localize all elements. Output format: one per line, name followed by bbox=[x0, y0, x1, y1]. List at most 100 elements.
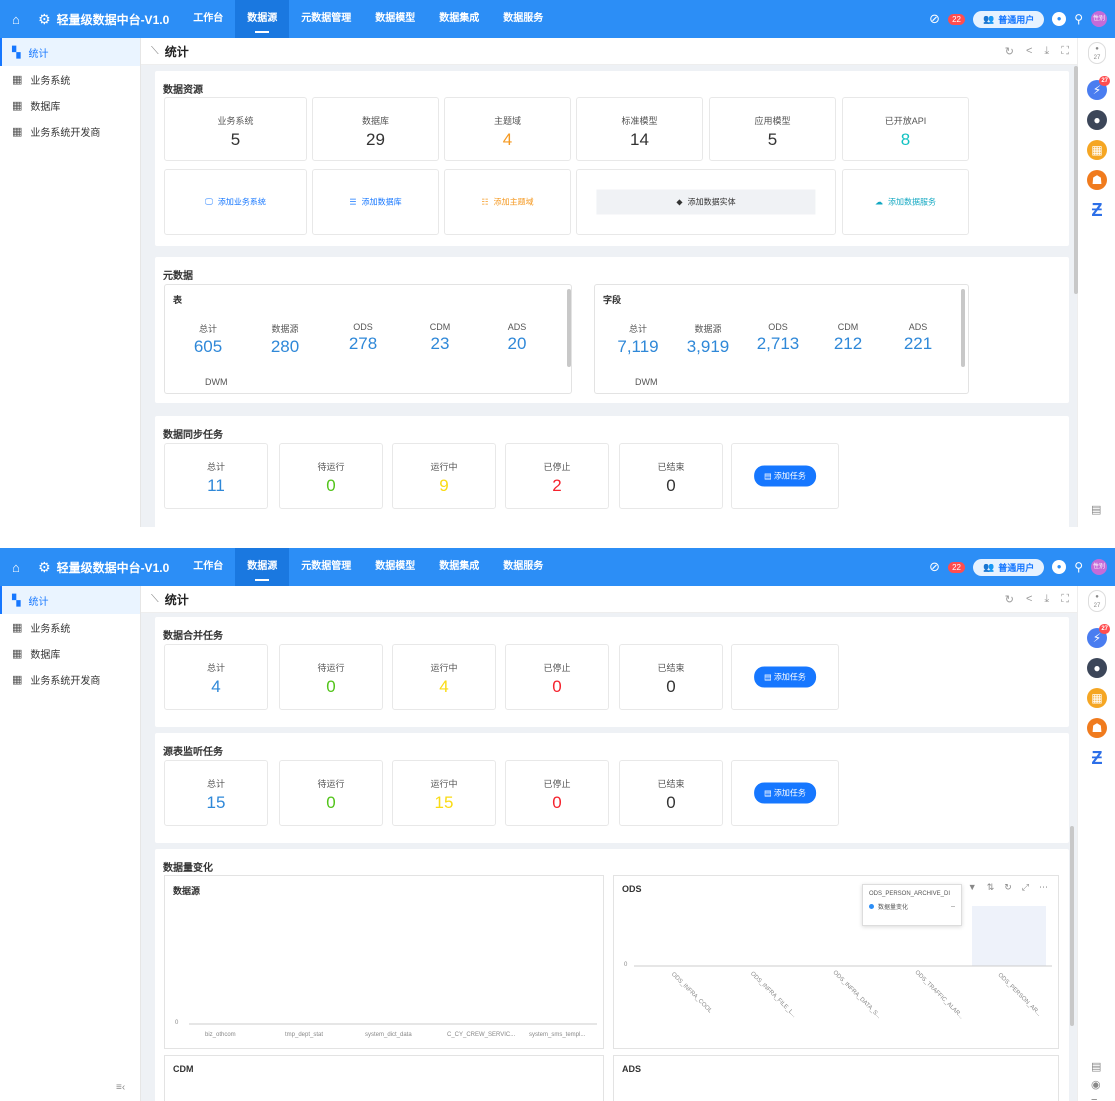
avatar[interactable]: 性别 bbox=[1091, 11, 1107, 27]
add-subject-card[interactable]: ☷ 添加主题域 bbox=[444, 169, 571, 235]
notification-badge[interactable]: 22 bbox=[948, 13, 965, 25]
user-role-button[interactable]: 👥 普通用户 bbox=[972, 10, 1045, 28]
expand-icon[interactable]: ⤢ bbox=[1022, 882, 1029, 893]
flash-app-icon[interactable]: ⚡ 27 bbox=[1087, 76, 1110, 100]
add-database-card[interactable]: ☰ 添加数据库 bbox=[312, 169, 439, 235]
share-icon[interactable]: < bbox=[1026, 45, 1032, 58]
table-icon: ▦ bbox=[12, 99, 23, 112]
sidebar-item-stats[interactable]: ▚ 统计 bbox=[0, 38, 140, 66]
add-entity-button[interactable]: ◆ 添加数据实体 bbox=[596, 189, 816, 215]
fullscreen-icon[interactable]: ⛶ bbox=[1061, 593, 1069, 606]
chart-title: ADS bbox=[622, 1064, 642, 1074]
nav-tab-service[interactable]: 数据服务 bbox=[491, 548, 555, 586]
stat-label: 数据库 bbox=[361, 116, 389, 126]
refresh-icon[interactable]: ↻ bbox=[1004, 882, 1012, 893]
add-task-card: ▤ 添加任务 bbox=[731, 760, 839, 826]
section-title: 数据同步任务 bbox=[163, 430, 223, 441]
home-icon[interactable]: ⌂ bbox=[12, 560, 30, 575]
z-app-icon[interactable]: Ƶ bbox=[1087, 748, 1107, 768]
team-icon[interactable]: ☗ bbox=[1087, 170, 1107, 190]
add-database-button[interactable]: ☰ 添加数据库 bbox=[349, 197, 401, 208]
right-rail: ● 27 ⚡27 ● ▦ ☗ Ƶ ▤ ◉ ≡ bbox=[1077, 586, 1115, 1101]
box-title: 字段 bbox=[603, 295, 622, 305]
sidebar-item-business-system[interactable]: ▦ 业务系统 bbox=[0, 66, 140, 92]
box-scrollbar[interactable] bbox=[961, 289, 965, 367]
team-icon[interactable]: ☗ bbox=[1087, 718, 1107, 738]
stat-value: 0 bbox=[326, 793, 336, 812]
note-icon[interactable]: ▤ bbox=[1091, 1060, 1101, 1073]
add-task-button[interactable]: ▤ 添加任务 bbox=[754, 666, 816, 688]
add-task-button[interactable]: ▤ 添加任务 bbox=[754, 465, 816, 487]
z-app-icon[interactable]: Ƶ bbox=[1087, 200, 1107, 220]
metric-label: 数据源 bbox=[694, 324, 722, 334]
sidebar-item-business-system[interactable]: ▦ 业务系统 bbox=[0, 614, 140, 640]
refresh-icon[interactable]: ↻ bbox=[1005, 45, 1014, 58]
collapse-rail-icon[interactable]: ≡ bbox=[1091, 1096, 1097, 1101]
nav-tab-datasource[interactable]: 数据源 bbox=[235, 548, 290, 586]
nav-tab-integration[interactable]: 数据集成 bbox=[427, 548, 491, 586]
note-icon[interactable]: ▤ bbox=[1091, 503, 1101, 516]
action-label: 添加数据实体 bbox=[687, 197, 736, 207]
add-task-button[interactable]: ▤ 添加任务 bbox=[754, 782, 816, 804]
chart-datasource: 数据源 0 biz_othcom tmp_dept_stat system_di… bbox=[164, 875, 604, 1049]
fullscreen-icon[interactable]: ⛶ bbox=[1061, 45, 1069, 58]
nav-tab-workbench[interactable]: 工作台 bbox=[181, 0, 235, 38]
user-role-button[interactable]: 👥 普通用户 bbox=[972, 558, 1045, 576]
nav-tab-metadata[interactable]: 元数据管理 bbox=[289, 0, 363, 38]
person-counter[interactable]: ● 27 bbox=[1088, 42, 1106, 64]
sidebar-item-vendor[interactable]: ▦ 业务系统开发商 bbox=[0, 666, 140, 692]
person-counter[interactable]: ● 27 bbox=[1088, 590, 1106, 612]
stat-label: 运行中 bbox=[430, 462, 458, 472]
more-icon[interactable]: ⋯ bbox=[1039, 882, 1048, 893]
check-circle-icon[interactable]: ⊘ bbox=[929, 11, 940, 27]
nav-tab-model[interactable]: 数据模型 bbox=[363, 548, 427, 586]
bell-icon[interactable]: ● bbox=[1087, 110, 1107, 130]
search-icon[interactable]: ⚲ bbox=[1074, 560, 1083, 574]
stat-label: 总计 bbox=[206, 779, 225, 789]
box-scrollbar[interactable] bbox=[567, 289, 571, 367]
button-label: 添加任务 bbox=[773, 471, 806, 481]
logo-icon: ⚙ bbox=[38, 10, 51, 27]
help-icon[interactable]: ◉ bbox=[1091, 1078, 1101, 1091]
add-subject-button[interactable]: ☷ 添加主题域 bbox=[481, 197, 533, 208]
notification-badge[interactable]: 22 bbox=[948, 561, 965, 573]
search-icon[interactable]: ⚲ bbox=[1074, 12, 1083, 26]
hover-highlight bbox=[972, 906, 1046, 966]
nav-tab-datasource[interactable]: 数据源 bbox=[235, 0, 290, 38]
metric-source: 数据源 3,919 bbox=[673, 322, 743, 357]
settings-icon[interactable]: ● bbox=[1052, 12, 1067, 26]
download-icon[interactable]: ⤓ bbox=[1044, 45, 1049, 58]
nav-tab-metadata[interactable]: 元数据管理 bbox=[289, 548, 363, 586]
bell-icon[interactable]: ● bbox=[1087, 658, 1107, 678]
sidebar-item-database[interactable]: ▦ 数据库 bbox=[0, 92, 140, 118]
home-icon[interactable]: ⌂ bbox=[12, 12, 30, 27]
nav-tab-model[interactable]: 数据模型 bbox=[363, 0, 427, 38]
refresh-icon[interactable]: ↻ bbox=[1005, 593, 1014, 606]
metric-ads: ADS 221 bbox=[883, 322, 953, 354]
add-business-system-button[interactable]: 🖵 添加业务系统 bbox=[205, 197, 266, 208]
share-icon[interactable]: < bbox=[1026, 593, 1032, 606]
download-icon[interactable]: ⤓ bbox=[1044, 593, 1049, 606]
main-content: 数据合并任务 总计 4 待运行 0 运行中 4 已停止 0 已结束 0 ▤ 添加任务 源表… bbox=[141, 613, 1077, 1101]
nav-tab-workbench[interactable]: 工作台 bbox=[181, 548, 235, 586]
stat-label: 业务系统 bbox=[217, 116, 254, 126]
nav-tab-service[interactable]: 数据服务 bbox=[491, 0, 555, 38]
check-circle-icon[interactable]: ⊘ bbox=[929, 559, 940, 575]
add-service-card[interactable]: ☁ 添加数据服务 bbox=[842, 169, 969, 235]
add-entity-card[interactable]: ◆ 添加数据实体 bbox=[576, 169, 836, 235]
collapse-sidebar-icon[interactable]: ≡‹ bbox=[116, 1082, 125, 1093]
grid-app-icon[interactable]: ▦ bbox=[1087, 140, 1107, 160]
sidebar-item-vendor[interactable]: ▦ 业务系统开发商 bbox=[0, 118, 140, 144]
x-tick-label: tmp_dept_stat bbox=[285, 1032, 324, 1038]
add-service-button[interactable]: ☁ 添加数据服务 bbox=[875, 197, 936, 208]
add-business-system-card[interactable]: 🖵 添加业务系统 bbox=[164, 169, 307, 235]
grid-app-icon[interactable]: ▦ bbox=[1087, 688, 1107, 708]
nav-tab-integration[interactable]: 数据集成 bbox=[427, 0, 491, 38]
avatar[interactable]: 性别 bbox=[1091, 559, 1107, 575]
filter-icon[interactable]: ▼ bbox=[968, 882, 977, 893]
sort-icon[interactable]: ⇅ bbox=[987, 882, 995, 893]
sidebar-item-stats[interactable]: ▚ 统计 bbox=[0, 586, 140, 614]
flash-app-icon[interactable]: ⚡ 27 bbox=[1087, 624, 1110, 648]
settings-icon[interactable]: ● bbox=[1052, 560, 1067, 574]
sidebar-item-database[interactable]: ▦ 数据库 bbox=[0, 640, 140, 666]
